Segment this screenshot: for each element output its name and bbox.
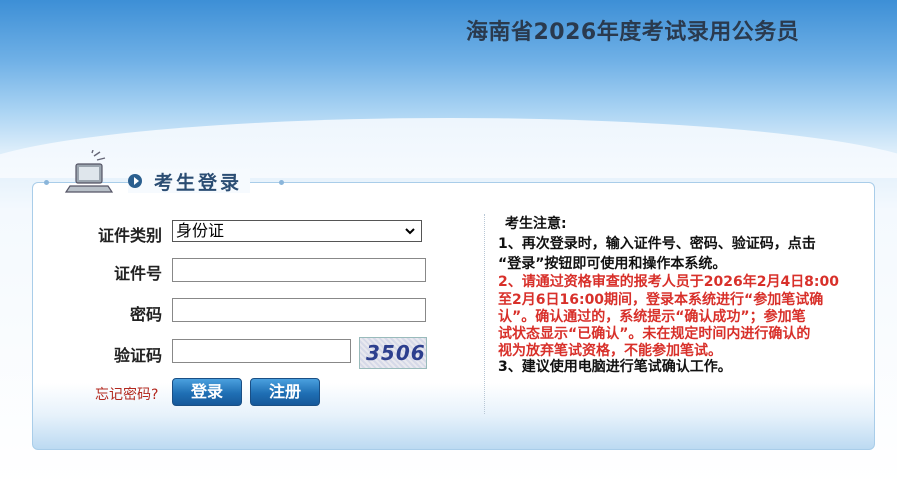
panel-dot-left: [44, 180, 49, 185]
chevron-down-icon: [405, 228, 415, 235]
captcha-image[interactable]: 3506: [359, 337, 427, 369]
site-title: 海南省2026年度考试录用公务员: [466, 20, 800, 45]
captcha-label: 验证码: [113, 346, 162, 365]
id-type-value: 身份证: [176, 221, 225, 240]
password-input[interactable]: [172, 298, 426, 322]
laptop-icon: [64, 150, 114, 193]
id-number-label: 证件号: [113, 264, 162, 283]
id-type-select[interactable]: 身份证: [172, 220, 422, 242]
login-button[interactable]: 登录: [172, 378, 242, 406]
notice-item2-line3: 认”。确认通过的，系统提示“确认成功”；参加笔: [498, 309, 806, 325]
captcha-input[interactable]: [172, 339, 351, 363]
notice-heading: 考生注意:: [505, 216, 567, 232]
notice-item3: 3、建议使用电脑进行笔试确认工作。: [498, 359, 732, 375]
notice-item2-line4: 试状态显示“已确认”。未在规定时间内进行确认的: [498, 326, 811, 342]
id-number-input[interactable]: [172, 258, 426, 282]
login-title: 考生登录: [154, 171, 243, 194]
id-type-label: 证件类别: [97, 226, 162, 245]
register-button[interactable]: 注册: [250, 378, 320, 406]
notice-item1-line2: “登录”按钮即可使用和操作本系统。: [498, 256, 727, 272]
password-label: 密码: [129, 305, 162, 324]
notice-item2-line1: 2、请通过资格审查的报考人员于2026年2月4日8:00: [498, 274, 840, 290]
arrow-bullet-icon: [128, 174, 142, 188]
forgot-password-link[interactable]: 忘记密码?: [95, 384, 158, 404]
panel-dot-right: [279, 180, 284, 185]
panel-divider: [484, 214, 485, 414]
notice-item2-line2: 至2月6日16:00期间，登录本系统进行“参加笔试确: [498, 292, 824, 308]
notice-item1-line1: 1、再次登录时，输入证件号、密码、验证码，点击: [498, 236, 816, 252]
login-header: 考生登录: [128, 169, 251, 194]
